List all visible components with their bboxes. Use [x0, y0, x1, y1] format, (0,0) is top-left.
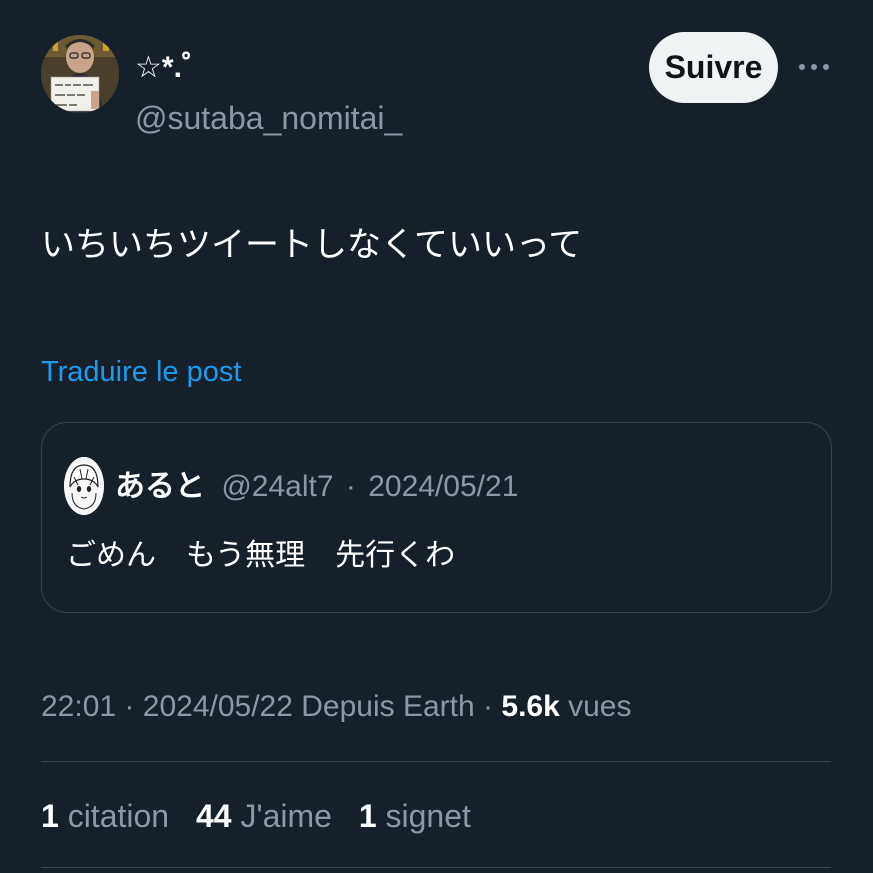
stat-likes-count: 44	[195, 798, 232, 834]
engagement-stats: 1 citation 44 J'aime 1 signet	[41, 796, 489, 836]
stat-quotes-count: 1	[41, 798, 59, 834]
stat-quotes[interactable]: 1 citation	[41, 798, 169, 834]
quoted-author-avatar	[64, 457, 104, 515]
quoted-separator: ·	[345, 470, 356, 503]
meta-separator: ·	[124, 690, 135, 723]
translate-post-link[interactable]: Traduire le post	[41, 352, 241, 392]
post-date[interactable]: 2024/05/22	[143, 690, 293, 723]
quoted-author-name[interactable]: あると	[115, 470, 205, 503]
stat-bookmarks-label: signet	[385, 798, 471, 834]
views-count: 5.6k	[501, 690, 560, 723]
meta-separator-2: ·	[483, 690, 494, 723]
divider-top	[41, 761, 831, 762]
stat-likes-label: J'aime	[240, 798, 332, 834]
divider-bottom	[41, 867, 831, 868]
quoted-author-handle[interactable]: @24alt7	[221, 470, 333, 503]
quoted-post-card[interactable]: あると @24alt7 · 2024/05/21 ごめん もう無理 先行くわ	[41, 422, 832, 613]
stat-bookmarks[interactable]: 1 signet	[359, 798, 471, 834]
more-options-button[interactable]	[797, 57, 831, 77]
quoted-post-text: ごめん もう無理 先行くわ	[66, 539, 456, 572]
more-horizontal-icon	[799, 64, 829, 70]
author-avatar-image	[41, 35, 119, 113]
author-handle[interactable]: @sutaba_nomitai_	[135, 98, 402, 138]
author-display-name[interactable]: ☆*.゜	[135, 48, 212, 88]
quoted-post-header: あると @24alt7 · 2024/05/21	[115, 467, 518, 507]
tweet-text: いちいちツイートしなくていいって	[41, 226, 583, 264]
quoted-author-avatar-image	[64, 457, 104, 515]
stat-quotes-label: citation	[67, 798, 170, 834]
author-avatar[interactable]	[41, 35, 119, 113]
stat-likes[interactable]: 44 J'aime	[196, 798, 332, 834]
stat-bookmarks-count: 1	[358, 798, 377, 834]
quoted-post-date[interactable]: 2024/05/21	[368, 470, 518, 503]
views-label: vues	[568, 690, 632, 723]
follow-button[interactable]: Suivre	[649, 32, 778, 103]
post-meta-line: 22:01 · 2024/05/22 Depuis Earth · 5.6k v…	[41, 687, 632, 727]
post-source: Depuis Earth	[301, 690, 475, 723]
post-time[interactable]: 22:01	[41, 690, 116, 723]
